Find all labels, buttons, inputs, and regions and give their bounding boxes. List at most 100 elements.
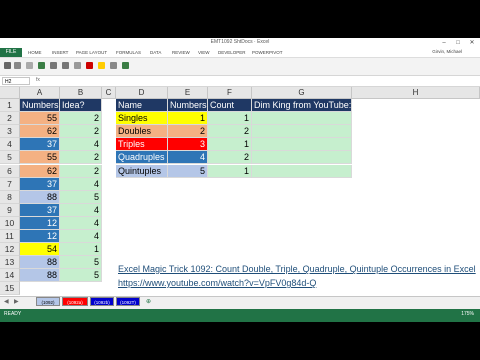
- sheet-tab-1092a[interactable]: (1092a): [62, 297, 88, 306]
- number-cell[interactable]: 37: [20, 138, 60, 152]
- tab-page-layout[interactable]: PAGE LAYOUT: [76, 50, 107, 55]
- idea-cell[interactable]: 4: [60, 138, 102, 152]
- sheet-tab-1092[interactable]: (1092): [36, 297, 60, 306]
- dim-king-cell[interactable]: [252, 151, 352, 165]
- column-header-g[interactable]: G: [252, 87, 352, 99]
- dim-king-cell[interactable]: [252, 112, 352, 126]
- lookup-name-cell[interactable]: Quadruples: [116, 151, 168, 165]
- number-cell[interactable]: 88: [20, 256, 60, 270]
- tab-formulas[interactable]: FORMULAS: [116, 50, 141, 55]
- dim-king-cell[interactable]: [252, 125, 352, 139]
- idea-cell[interactable]: 2: [60, 151, 102, 165]
- font-color-icon[interactable]: [86, 62, 93, 69]
- tab-insert[interactable]: INSERT: [52, 50, 68, 55]
- lookup-count-cell[interactable]: 1: [208, 138, 252, 152]
- header-idea[interactable]: Idea?: [60, 99, 102, 113]
- tab-view[interactable]: VIEW: [198, 50, 210, 55]
- save-icon[interactable]: [38, 62, 45, 69]
- lookup-number-cell[interactable]: 3: [168, 138, 208, 152]
- lookup-count-cell[interactable]: 2: [208, 151, 252, 165]
- idea-cell[interactable]: 2: [60, 164, 102, 178]
- idea-cell[interactable]: 5: [60, 256, 102, 270]
- column-header-d[interactable]: D: [116, 87, 168, 99]
- row-header[interactable]: 4: [0, 138, 20, 152]
- idea-cell[interactable]: 4: [60, 203, 102, 217]
- format-painter-icon[interactable]: [14, 62, 21, 69]
- sheet-tab-1092t[interactable]: (1092T): [116, 297, 140, 306]
- paste-icon[interactable]: [4, 62, 11, 69]
- column-header-c[interactable]: C: [102, 87, 116, 99]
- number-cell[interactable]: 62: [20, 125, 60, 139]
- row-header[interactable]: 15: [0, 282, 20, 296]
- number-cell[interactable]: 55: [20, 151, 60, 165]
- number-cell[interactable]: 12: [20, 216, 60, 230]
- file-tab[interactable]: FILE: [0, 48, 22, 57]
- number-cell[interactable]: 88: [20, 190, 60, 204]
- idea-cell[interactable]: 1: [60, 243, 102, 257]
- tab-data[interactable]: DATA: [150, 50, 161, 55]
- video-title-link[interactable]: Excel Magic Trick 1092: Count Double, Tr…: [118, 264, 476, 274]
- dim-king-cell[interactable]: [252, 164, 352, 178]
- fx-icon[interactable]: fx: [36, 77, 40, 83]
- column-header-b[interactable]: B: [60, 87, 102, 99]
- idea-cell[interactable]: 4: [60, 216, 102, 230]
- next-sheet-icon[interactable]: ▶: [14, 298, 19, 305]
- column-header-h[interactable]: H: [352, 87, 480, 99]
- lookup-count-cell[interactable]: 1: [208, 164, 252, 178]
- number-cell[interactable]: 37: [20, 203, 60, 217]
- filter-icon[interactable]: [122, 62, 129, 69]
- row-header[interactable]: 6: [0, 164, 20, 178]
- row-header[interactable]: 10: [0, 216, 20, 230]
- sheet-tab-1092b[interactable]: (1092b): [90, 297, 114, 306]
- close-icon[interactable]: ✕: [466, 39, 478, 47]
- row-header[interactable]: 14: [0, 269, 20, 283]
- redo-icon[interactable]: [62, 62, 69, 69]
- minimize-icon[interactable]: –: [438, 39, 450, 47]
- row-header[interactable]: 8: [0, 190, 20, 204]
- lookup-name-cell[interactable]: Quintuples: [116, 164, 168, 178]
- undo-icon[interactable]: [50, 62, 57, 69]
- row-header[interactable]: 2: [0, 112, 20, 126]
- row-header[interactable]: 11: [0, 230, 20, 244]
- number-cell[interactable]: 54: [20, 243, 60, 257]
- table-icon[interactable]: [26, 62, 33, 69]
- select-all-corner[interactable]: [0, 87, 20, 99]
- idea-cell[interactable]: 4: [60, 177, 102, 191]
- new-sheet-icon[interactable]: ⊕: [146, 298, 151, 305]
- lookup-number-cell[interactable]: 1: [168, 112, 208, 126]
- row-header[interactable]: 12: [0, 243, 20, 257]
- column-header-a[interactable]: A: [20, 87, 60, 99]
- row-header[interactable]: 1: [0, 99, 20, 113]
- header-lookup-numbers[interactable]: Numbers: [168, 99, 208, 113]
- number-cell[interactable]: 12: [20, 230, 60, 244]
- lookup-number-cell[interactable]: 4: [168, 151, 208, 165]
- youtube-url-link[interactable]: https://www.youtube.com/watch?v=VpFV0g84…: [118, 278, 316, 288]
- idea-cell[interactable]: 2: [60, 112, 102, 126]
- lookup-name-cell[interactable]: Singles: [116, 112, 168, 126]
- idea-cell[interactable]: 5: [60, 269, 102, 283]
- idea-cell[interactable]: 4: [60, 230, 102, 244]
- header-name[interactable]: Name: [116, 99, 168, 113]
- dim-king-cell[interactable]: [252, 138, 352, 152]
- lookup-name-cell[interactable]: Doubles: [116, 125, 168, 139]
- number-cell[interactable]: 88: [20, 269, 60, 283]
- row-header[interactable]: 9: [0, 203, 20, 217]
- prev-sheet-icon[interactable]: ◀: [4, 298, 9, 305]
- column-header-f[interactable]: F: [208, 87, 252, 99]
- borders-icon[interactable]: [110, 62, 117, 69]
- tab-home[interactable]: HOME: [28, 50, 42, 55]
- tab-review[interactable]: REVIEW: [172, 50, 190, 55]
- tab-developer[interactable]: DEVELOPER: [218, 50, 246, 55]
- row-header[interactable]: 5: [0, 151, 20, 165]
- lookup-count-cell[interactable]: 2: [208, 125, 252, 139]
- lookup-name-cell[interactable]: Triples: [116, 138, 168, 152]
- row-header[interactable]: 7: [0, 177, 20, 191]
- header-dim-king[interactable]: Dim King from YouTube:: [252, 99, 352, 113]
- fill-color-icon[interactable]: [98, 62, 105, 69]
- number-cell[interactable]: 37: [20, 177, 60, 191]
- maximize-icon[interactable]: □: [452, 39, 464, 47]
- lookup-count-cell[interactable]: 1: [208, 112, 252, 126]
- zoom-level[interactable]: 175%: [461, 311, 474, 317]
- header-count[interactable]: Count: [208, 99, 252, 113]
- column-header-e[interactable]: E: [168, 87, 208, 99]
